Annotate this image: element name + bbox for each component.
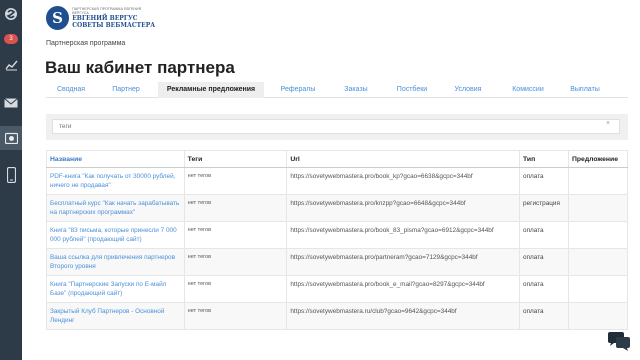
- offer-url[interactable]: https://sovetywebmastera.pro/book_e_mail…: [286, 275, 521, 303]
- offer-type: оплата: [519, 221, 569, 249]
- filter-panel: [46, 114, 628, 140]
- offer-name-link[interactable]: Книга "83 письма, которые принесли 7 000…: [46, 221, 185, 249]
- breadcrumb: Партнерская программа: [46, 40, 126, 47]
- tabs-bar: Сводная Партнер Рекламные предложения Ре…: [46, 82, 628, 98]
- offer-name-link[interactable]: PDF-книга "Как получать от 30000 рублей,…: [46, 167, 185, 195]
- logo-line1: ЕВГЕНИЙ ВЕРГУС: [72, 15, 138, 22]
- tab-conditions[interactable]: Условия: [444, 82, 492, 98]
- tags-filter-input[interactable]: [52, 119, 620, 134]
- logo-icon[interactable]: [0, 2, 22, 26]
- offer-name-link[interactable]: Книга "Партнерские Запуски по E-майл Баз…: [46, 275, 185, 303]
- offer-type: оплата: [519, 302, 569, 330]
- tab-payouts[interactable]: Выплаты: [560, 82, 610, 98]
- tab-referrals[interactable]: Рефералы: [272, 82, 324, 98]
- logo-line2: СОВЕТЫ ВЕБМАСТЕРА: [72, 22, 156, 29]
- tab-commissions[interactable]: Комиссии: [500, 82, 556, 98]
- clear-filter-icon[interactable]: ×: [606, 120, 610, 127]
- table-row: Ваша ссылка для привлечения партнеров Вт…: [46, 248, 628, 276]
- offer-proposal: [568, 302, 628, 330]
- chat-icon[interactable]: [606, 331, 632, 353]
- phone-icon[interactable]: [0, 162, 22, 188]
- offer-url[interactable]: https://sovetywebmastera.pro/book_kp?gca…: [286, 167, 521, 195]
- col-header-url: Url: [286, 150, 521, 168]
- col-header-name[interactable]: Название: [46, 150, 185, 168]
- offer-url[interactable]: https://sovetywebmastera.pro/knzpp?gcao=…: [286, 194, 521, 222]
- logo-small-text: ПАРТНЕРСКАЯ ПРОГРАММА ЕВГЕНИЯ ВЕРГУСА: [72, 7, 142, 15]
- offer-tags: нет тегов: [183, 275, 288, 303]
- logo-letter: S: [46, 6, 70, 30]
- offer-proposal: [568, 167, 628, 195]
- offer-type: оплата: [519, 167, 569, 195]
- offer-proposal: [568, 194, 628, 222]
- tab-postbacks[interactable]: Постбеки: [386, 82, 438, 98]
- offer-proposal: [568, 275, 628, 303]
- offer-url[interactable]: https://sovetywebmastera.pro/partneram?g…: [286, 248, 521, 276]
- offer-type: оплата: [519, 248, 569, 276]
- offers-table: Название Теги Url Тип Предложение PDF-кн…: [46, 150, 628, 330]
- offer-name-link[interactable]: Закрытый Клуб Партнеров - Основной Ленди…: [46, 302, 185, 330]
- tab-ad-offers[interactable]: Рекламные предложения: [158, 82, 264, 98]
- tab-partner[interactable]: Партнер: [100, 82, 152, 98]
- offer-name-link[interactable]: Бесплатный курс "Как начать зарабатывать…: [46, 194, 185, 222]
- offer-type: оплата: [519, 275, 569, 303]
- brand-logo[interactable]: S ПАРТНЕРСКАЯ ПРОГРАММА ЕВГЕНИЯ ВЕРГУСА …: [46, 3, 156, 33]
- camera-icon[interactable]: [0, 126, 22, 150]
- offer-url[interactable]: https://sovetywebmastera.ru/club?gcao=96…: [286, 302, 521, 330]
- offer-tags: нет тегов: [183, 302, 288, 330]
- table-row: Книга "83 письма, которые принесли 7 000…: [46, 221, 628, 249]
- offer-type: регистрация: [519, 194, 569, 222]
- offer-proposal: [568, 248, 628, 276]
- offer-tags: нет тегов: [183, 167, 288, 195]
- left-sidebar: 3: [0, 0, 22, 360]
- offer-proposal: [568, 221, 628, 249]
- chart-icon[interactable]: [0, 54, 22, 76]
- offer-tags: нет тегов: [183, 221, 288, 249]
- table-row: Книга "Партнерские Запуски по E-майл Баз…: [46, 275, 628, 303]
- col-header-type: Тип: [519, 150, 569, 168]
- mail-icon[interactable]: [0, 92, 22, 114]
- tab-summary[interactable]: Сводная: [46, 82, 96, 98]
- offer-name-link[interactable]: Ваша ссылка для привлечения партнеров Вт…: [46, 248, 185, 276]
- col-header-tags: Теги: [183, 150, 288, 168]
- table-row: PDF-книга "Как получать от 30000 рублей,…: [46, 167, 628, 195]
- table-row: Бесплатный курс "Как начать зарабатывать…: [46, 194, 628, 222]
- tab-orders[interactable]: Заказы: [332, 82, 380, 98]
- notification-badge[interactable]: 3: [4, 34, 18, 44]
- table-header-row: Название Теги Url Тип Предложение: [46, 150, 628, 168]
- logo-text: ПАРТНЕРСКАЯ ПРОГРАММА ЕВГЕНИЯ ВЕРГУСА ЕВ…: [72, 7, 156, 29]
- col-header-offer: Предложение: [568, 150, 628, 168]
- offer-tags: нет тегов: [183, 194, 288, 222]
- table-row: Закрытый Клуб Партнеров - Основной Ленди…: [46, 302, 628, 330]
- offer-tags: нет тегов: [183, 248, 288, 276]
- offer-url[interactable]: https://sovetywebmastera.pro/book_83_pis…: [286, 221, 521, 249]
- page-title: Ваш кабинет партнера: [45, 58, 235, 77]
